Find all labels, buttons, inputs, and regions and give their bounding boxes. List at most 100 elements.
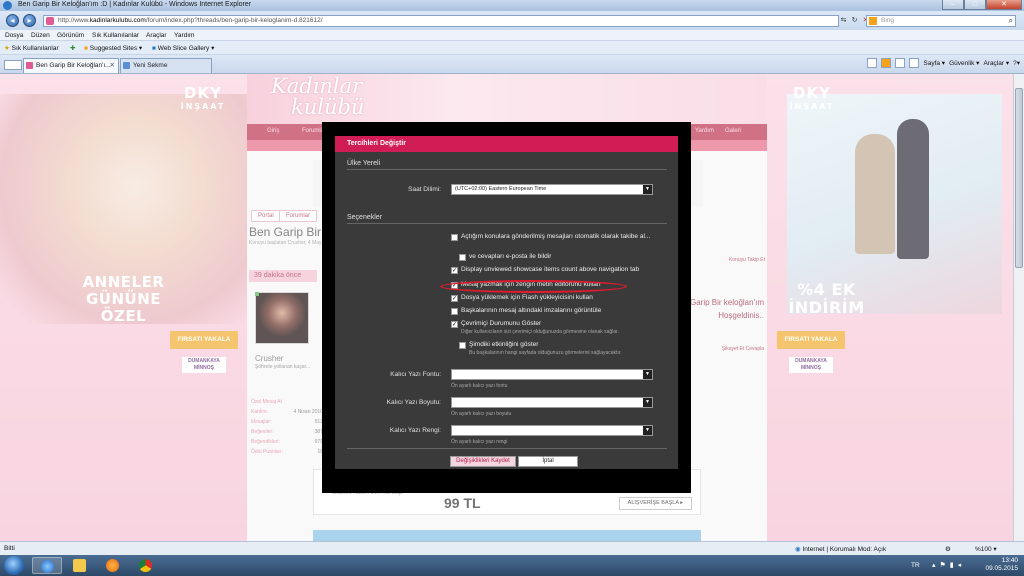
- add-favorite-icon[interactable]: ✚: [70, 44, 75, 52]
- menu-file[interactable]: Dosya: [5, 32, 23, 39]
- safety-menu[interactable]: Güvenlik ▾: [949, 59, 979, 67]
- zoom-control[interactable]: %100 ▾: [975, 545, 997, 553]
- clock[interactable]: 13:40 09.05.2015: [985, 557, 1018, 573]
- vertical-scrollbar[interactable]: [1013, 74, 1024, 541]
- suggested-sites-label: Suggested Sites ▾: [89, 45, 143, 52]
- size-select[interactable]: ▼: [451, 397, 653, 408]
- page-viewport: DKY İNŞAAT ANNELER GÜNÜNE ÖZEL FIRSATI Y…: [0, 74, 1013, 541]
- mail-icon[interactable]: [895, 58, 906, 68]
- taskbar-mediaplayer-button[interactable]: [98, 557, 128, 574]
- protected-mode-icon[interactable]: ⚙: [945, 545, 951, 553]
- scrollbar-thumb[interactable]: [1015, 88, 1023, 268]
- tab-close-icon[interactable]: ✕: [110, 59, 115, 72]
- tab-label: Ben Garip Bir Keloğlan'ı...: [36, 62, 111, 69]
- web-slice-gallery-link[interactable]: ■ Web Slice Gallery ▾: [152, 44, 214, 52]
- checkbox-checked[interactable]: ✓: [451, 321, 458, 328]
- forward-button[interactable]: ▸: [23, 14, 36, 27]
- chevron-down-icon: ▼: [643, 185, 652, 194]
- taskbar-ie-button[interactable]: [32, 557, 62, 574]
- tab-bar: Ben Garip Bir Keloğlan'ı... ✕ Yeni Sekme…: [0, 55, 1024, 74]
- feeds-icon[interactable]: [881, 58, 892, 68]
- close-window-button[interactable]: ✕: [986, 0, 1022, 10]
- favorites-bar: ★ Sık Kullanılanlar ✚ ■ Suggested Sites …: [0, 41, 1024, 55]
- chevron-down-icon: ▼: [643, 370, 652, 379]
- section-locale: Ülke Yereli: [347, 158, 667, 170]
- start-button[interactable]: [4, 556, 24, 575]
- status-text: Bitti: [4, 545, 15, 552]
- menu-edit[interactable]: Düzen: [31, 32, 50, 39]
- option-showcase-count[interactable]: ✓ Display unviewed showcase items count a…: [451, 266, 656, 274]
- option-flash-uploader[interactable]: ✓ Dosya yüklemek için Flash yükleyicisini…: [451, 294, 651, 302]
- back-button[interactable]: ◂: [6, 14, 19, 27]
- modal-divider: [347, 448, 667, 449]
- compat-view-icon[interactable]: ⇆: [838, 15, 849, 27]
- color-select[interactable]: ▼: [451, 425, 653, 436]
- menu-tools[interactable]: Araçlar: [146, 32, 167, 39]
- globe-icon: ◉: [795, 546, 801, 553]
- command-bar: Sayfa ▾ Güvenlik ▾ Araçlar ▾ ?▾: [867, 58, 1020, 68]
- quick-tabs-icon[interactable]: [4, 60, 22, 70]
- tab-favicon-icon: [26, 62, 33, 69]
- tray-icons[interactable]: ▴⚑▮◂: [932, 561, 965, 569]
- taskbar-explorer-button[interactable]: [65, 557, 95, 574]
- security-zone[interactable]: ◉ Internet | Korumalı Mod: Açık: [795, 545, 886, 553]
- refresh-icon[interactable]: ↻: [849, 15, 860, 27]
- maximize-button[interactable]: □: [964, 0, 986, 10]
- font-select[interactable]: ▼: [451, 369, 653, 380]
- option-show-activity[interactable]: Şimdiki etkinliğini göster Bu başkalarını…: [459, 341, 664, 357]
- tab-new[interactable]: Yeni Sekme: [120, 58, 212, 73]
- checkbox[interactable]: [451, 234, 458, 241]
- modal-title: Tercihleri Değiştir: [335, 136, 678, 152]
- taskbar-chrome-button[interactable]: [131, 557, 161, 574]
- checkbox[interactable]: [459, 342, 466, 349]
- color-label: Kalıcı Yazı Rengi:: [389, 427, 441, 434]
- menu-help[interactable]: Yardım: [174, 32, 194, 39]
- home-icon[interactable]: [867, 58, 878, 68]
- font-hint: Ön ayarlı kalıcı yazı fontu: [451, 383, 508, 389]
- timezone-label: Saat Dilimi:: [408, 186, 441, 193]
- window-titlebar: Ben Garip Bir Keloğlan'ım :D | Kadınlar …: [0, 0, 1024, 11]
- option-email-notify[interactable]: ve cevapları e-posta ile bildir: [459, 253, 649, 261]
- url-domain: kadinlarkulubu.com: [89, 17, 146, 24]
- checkbox-checked[interactable]: ✓: [451, 295, 458, 302]
- menu-favorites[interactable]: Sık Kullanılanlar: [92, 32, 139, 39]
- save-button[interactable]: Değişiklikleri Kaydet: [450, 456, 516, 467]
- search-icon[interactable]: ⌕: [1009, 16, 1013, 26]
- search-placeholder: Bing: [881, 17, 895, 24]
- timezone-select[interactable]: (UTC+02:00) Eastern European Time ▼: [451, 184, 653, 195]
- minimize-button[interactable]: –: [942, 0, 964, 10]
- star-icon: ★: [4, 45, 10, 52]
- preferences-modal: Tercihleri Değiştir Ülke Yereli Saat Dil…: [335, 136, 678, 469]
- url-prefix: http://www.: [58, 17, 90, 24]
- size-label: Kalıcı Yazı Boyutu:: [386, 399, 441, 406]
- option-auto-watch[interactable]: Açtığım konulara gönderilmiş mesajları o…: [451, 233, 651, 241]
- address-toolbar: ◂ ▸ http://www.kadinlarkulubu.com/forum/…: [0, 11, 1024, 30]
- size-hint: Ön ayarlı kalıcı yazı boyutu: [451, 411, 512, 417]
- tab-favicon-icon: [123, 62, 130, 69]
- web-slice-label: Web Slice Gallery ▾: [157, 45, 215, 52]
- cancel-button[interactable]: İptal: [518, 456, 578, 467]
- tab-active[interactable]: Ben Garip Bir Keloğlan'ı... ✕: [23, 58, 119, 73]
- option-show-online[interactable]: ✓ Çevrimiçi Durumunu Göster Diğer kullanı…: [451, 320, 661, 336]
- language-indicator[interactable]: TR: [911, 562, 920, 569]
- highlight-ellipse: [440, 280, 627, 293]
- section-options: Seçenekler: [347, 212, 667, 224]
- favorites-button[interactable]: ★ Sık Kullanılanlar: [4, 44, 59, 52]
- checkbox-checked[interactable]: ✓: [451, 267, 458, 274]
- address-input[interactable]: http://www.kadinlarkulubu.com/forum/inde…: [43, 15, 839, 27]
- option-show-signatures[interactable]: Başkalarının mesaj altındaki imzalarını …: [451, 307, 651, 315]
- url-path: /forum/index.php?threads/ben-garip-bir-k…: [145, 17, 323, 24]
- print-icon[interactable]: [909, 58, 920, 68]
- ie-icon: [3, 1, 12, 10]
- site-favicon-icon: [46, 17, 54, 25]
- search-input[interactable]: Bing ⌕: [866, 15, 1016, 27]
- suggested-sites-link[interactable]: ■ Suggested Sites ▾: [84, 44, 142, 52]
- page-menu[interactable]: Sayfa ▾: [923, 59, 945, 67]
- checkbox[interactable]: [459, 254, 466, 261]
- help-menu[interactable]: ?▾: [1013, 59, 1020, 67]
- preferences-modal-frame: Tercihleri Değiştir Ülke Yereli Saat Dil…: [322, 122, 691, 493]
- checkbox[interactable]: [451, 308, 458, 315]
- chevron-down-icon: ▼: [643, 398, 652, 407]
- menu-view[interactable]: Görünüm: [57, 32, 84, 39]
- tools-menu[interactable]: Araçlar ▾: [983, 59, 1009, 67]
